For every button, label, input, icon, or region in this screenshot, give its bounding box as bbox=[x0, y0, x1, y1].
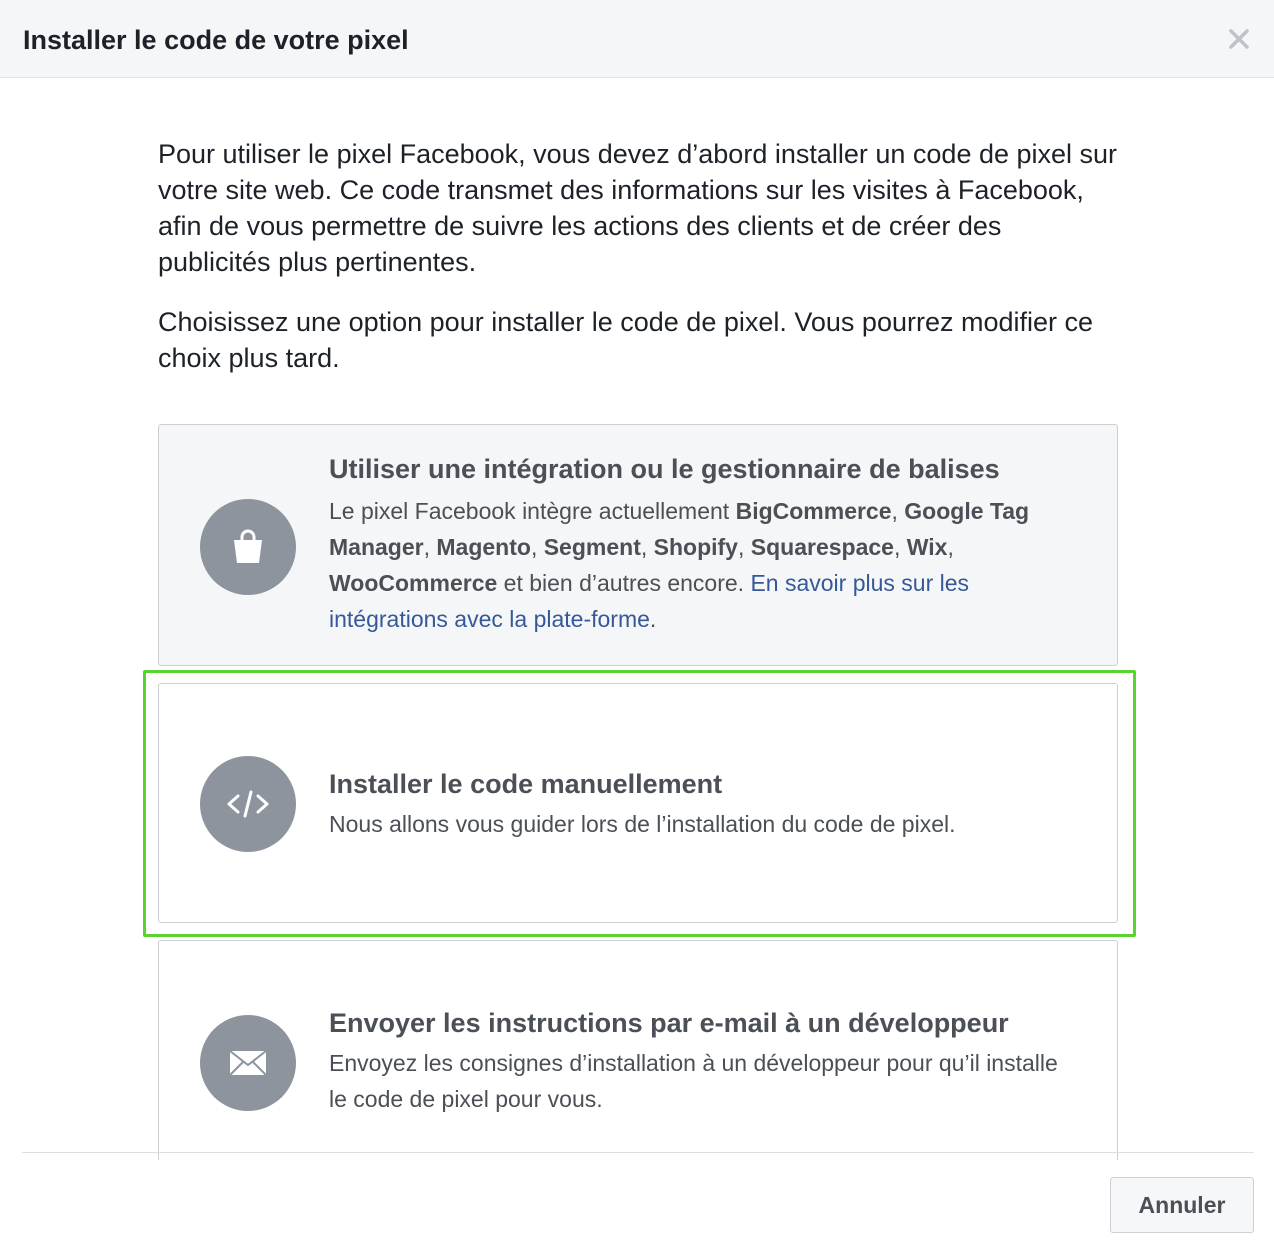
intro-paragraph: Pour utiliser le pixel Facebook, vous de… bbox=[158, 139, 1118, 277]
option-title: Envoyer les instructions par e-mail à un… bbox=[329, 1008, 1009, 1038]
partner-name: BigCommerce bbox=[735, 498, 892, 524]
dialog-header: Installer le code de votre pixel bbox=[0, 0, 1274, 78]
shopping-bag-icon bbox=[200, 499, 296, 595]
option-title: Utiliser une intégration ou le gestionna… bbox=[329, 454, 1000, 484]
partner-name: Squarespace bbox=[750, 534, 894, 560]
integration-option-card[interactable]: Utiliser une intégration ou le gestionna… bbox=[158, 424, 1118, 666]
partner-name: Shopify bbox=[653, 534, 738, 560]
partner-name: WooCommerce bbox=[329, 570, 498, 596]
partner-name: Magento bbox=[436, 534, 531, 560]
option-title: Installer le code manuellement bbox=[329, 769, 723, 799]
envelope-icon bbox=[200, 1015, 296, 1111]
dialog-title: Installer le code de votre pixel bbox=[23, 25, 409, 55]
manual-install-option-card[interactable]: Installer le code manuellement Nous allo… bbox=[158, 683, 1118, 923]
code-icon bbox=[200, 756, 296, 852]
email-developer-option-card[interactable]: Envoyer les instructions par e-mail à un… bbox=[158, 940, 1118, 1160]
option-description: Nous allons vous guider lors de l’instal… bbox=[329, 811, 956, 837]
cancel-button[interactable]: Annuler bbox=[1110, 1177, 1254, 1233]
partner-name: Wix bbox=[906, 534, 948, 560]
option-description: Le pixel Facebook intègre actuellement B… bbox=[329, 498, 1030, 632]
partner-name: Segment bbox=[543, 534, 641, 560]
footer-divider bbox=[22, 1152, 1254, 1153]
option-description: Envoyez les consignes d’installation à u… bbox=[329, 1050, 1058, 1112]
choose-option-paragraph: Choisissez une option pour installer le … bbox=[158, 307, 1094, 373]
close-icon[interactable] bbox=[1224, 24, 1254, 54]
